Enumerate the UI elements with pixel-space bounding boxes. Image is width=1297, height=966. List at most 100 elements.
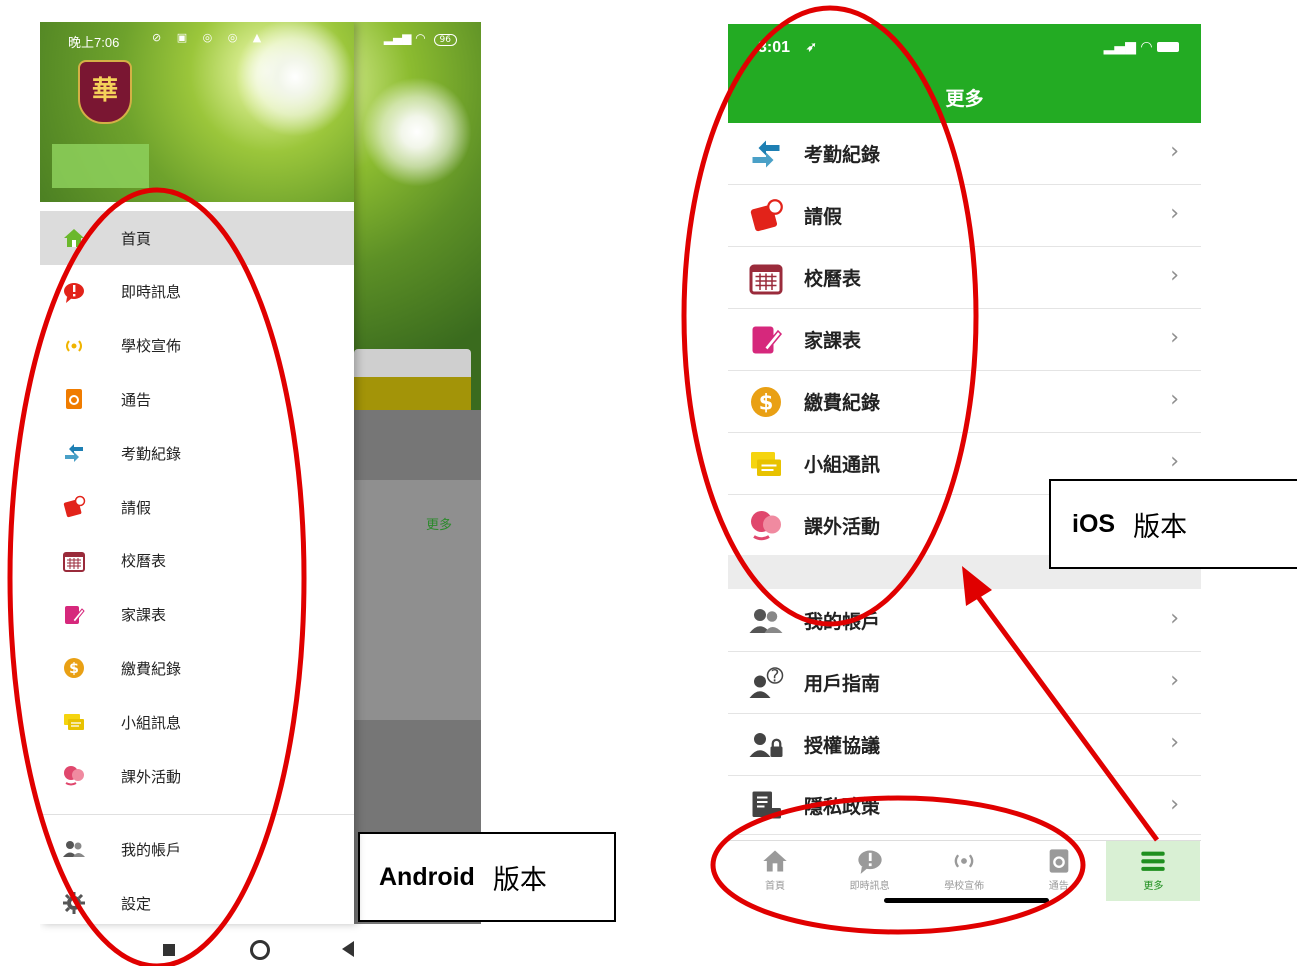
drawer-item[interactable]: 即時訊息 bbox=[40, 265, 354, 319]
android-version-label: Android 版本 bbox=[358, 832, 616, 922]
calendar-icon bbox=[58, 545, 90, 577]
ios-menu-row[interactable]: 考勤紀錄 › bbox=[728, 123, 1201, 185]
calendar-icon bbox=[746, 258, 786, 298]
ios-menu-row-label: 隱私政策 bbox=[804, 795, 881, 818]
tab-label: 通告 bbox=[1048, 881, 1069, 892]
ios-menu-row[interactable]: 校曆表 › bbox=[728, 247, 1201, 309]
chevron-right-icon: › bbox=[1170, 139, 1179, 164]
chevron-right-icon: › bbox=[1170, 387, 1179, 412]
license-icon bbox=[746, 725, 786, 765]
location-arrow-icon: ➶ bbox=[806, 39, 817, 54]
status-notification-icons: ⊘ ▣ ◎ ◎ ▲ bbox=[152, 31, 268, 44]
status-bar: 晚上7:06 ⊘ ▣ ◎ ◎ ▲ ▂▄▆ ◠ 96 bbox=[40, 22, 481, 55]
android-label-bold: Android bbox=[379, 862, 475, 891]
signal-icon: ▂▄▆ bbox=[1103, 39, 1136, 55]
drawer-item[interactable]: 考勤紀錄 bbox=[40, 426, 354, 480]
chevron-right-icon: › bbox=[1170, 201, 1179, 226]
drawer-item-label: 學校宣佈 bbox=[121, 337, 182, 356]
message-alert-icon bbox=[823, 847, 917, 877]
ios-menu-row-label: 用戶指南 bbox=[804, 673, 881, 695]
tab-home[interactable]: 首頁 bbox=[728, 841, 822, 901]
drawer-item[interactable]: 我的帳戶 bbox=[40, 822, 354, 876]
drawer-item[interactable]: 校曆表 bbox=[40, 534, 354, 588]
drawer-item[interactable]: 小組訊息 bbox=[40, 695, 354, 749]
recents-button[interactable] bbox=[163, 944, 175, 956]
ios-menu-row[interactable]: 我的帳戶 › bbox=[728, 590, 1201, 652]
drawer-item-label: 家課表 bbox=[121, 606, 167, 625]
ios-menu-row[interactable]: 隱私政策 › bbox=[728, 776, 1201, 835]
chevron-right-icon: › bbox=[1170, 606, 1179, 631]
home-button[interactable] bbox=[250, 940, 270, 960]
drawer-item-label: 小組訊息 bbox=[121, 713, 182, 732]
drawer-item-label: 課外活動 bbox=[121, 767, 182, 786]
group-chat-icon bbox=[746, 444, 786, 484]
navigation-drawer: 華 首頁 即時訊息 學校宣佈 通告 考勤紀錄 請假 校曆表 家課表 $ 繳費紀錄 小組訊息 課外活動 … bbox=[40, 22, 355, 924]
dandelion-image bbox=[362, 77, 472, 187]
drawer-item[interactable]: 通告 bbox=[40, 372, 354, 426]
status-time: 3:01 bbox=[758, 39, 791, 56]
drawer-divider bbox=[40, 814, 354, 815]
menu-icon bbox=[1106, 847, 1200, 877]
tab-broadcast[interactable]: 學校宣佈 bbox=[917, 841, 1011, 901]
chevron-right-icon: › bbox=[1170, 263, 1179, 288]
tab-label: 更多 bbox=[1143, 881, 1164, 892]
ios-menu-row-label: 課外活動 bbox=[804, 516, 881, 538]
payment-icon: $ bbox=[746, 382, 786, 422]
tab-notice[interactable]: 通告 bbox=[1012, 841, 1106, 901]
signal-icon: ▂▄▆ bbox=[383, 31, 412, 45]
attendance-arrows-icon bbox=[58, 437, 90, 469]
tab-label: 即時訊息 bbox=[849, 881, 890, 892]
drawer-item[interactable]: 學校宣佈 bbox=[40, 319, 354, 373]
battery-icon bbox=[1157, 42, 1179, 52]
drawer-item[interactable]: 課外活動 bbox=[40, 749, 354, 803]
ios-menu-row[interactable]: $ 繳費紀錄 › bbox=[728, 371, 1201, 433]
drawer-item[interactable]: 設定 bbox=[40, 876, 354, 930]
background-more-link[interactable]: 更多 bbox=[426, 514, 452, 533]
back-button[interactable] bbox=[342, 941, 354, 957]
background-card-header bbox=[354, 349, 471, 379]
tab-menu[interactable]: 更多 bbox=[1106, 841, 1201, 901]
drawer-item-label: 通告 bbox=[121, 390, 152, 409]
android-label-text: 版本 bbox=[492, 864, 547, 896]
homework-icon bbox=[746, 320, 786, 360]
attendance-arrows-icon bbox=[746, 134, 786, 174]
ios-menu-row[interactable]: ? 用戶指南 › bbox=[728, 652, 1201, 714]
broadcast-icon bbox=[58, 330, 90, 362]
notice-icon bbox=[1012, 847, 1106, 877]
chevron-right-icon: › bbox=[1170, 730, 1179, 755]
ios-menu-row-label: 校曆表 bbox=[804, 268, 862, 290]
ios-menu-row-label: 我的帳戶 bbox=[804, 611, 881, 633]
chevron-right-icon: › bbox=[1170, 792, 1179, 817]
home-icon bbox=[728, 847, 822, 877]
tab-bar: 首頁 即時訊息 學校宣佈 通告 更多 bbox=[728, 840, 1201, 905]
ios-menu-row-label: 考勤紀錄 bbox=[804, 144, 881, 166]
drawer-item-label: 我的帳戶 bbox=[121, 840, 182, 859]
chevron-right-icon: › bbox=[1170, 668, 1179, 693]
ios-menu-row[interactable]: 家課表 › bbox=[728, 309, 1201, 371]
ios-menu-row[interactable]: 請假 › bbox=[728, 185, 1201, 247]
home-icon bbox=[58, 222, 90, 254]
ios-menu-row-label: 請假 bbox=[804, 206, 843, 228]
payment-icon: $ bbox=[58, 652, 90, 684]
wifi-icon: ◠ bbox=[1140, 39, 1153, 55]
tab-label: 首頁 bbox=[765, 881, 785, 892]
drawer-item-label: 校曆表 bbox=[121, 552, 167, 571]
drawer-item[interactable]: 家課表 bbox=[40, 588, 354, 642]
svg-text:$: $ bbox=[759, 390, 774, 414]
drawer-item[interactable]: 請假 bbox=[40, 480, 354, 534]
tab-message-alert[interactable]: 即時訊息 bbox=[823, 841, 917, 901]
drawer-item[interactable]: $ 繳費紀錄 bbox=[40, 641, 354, 695]
ios-menu-row-label: 家課表 bbox=[804, 330, 862, 352]
status-time: 晚上7:06 bbox=[68, 35, 120, 50]
leave-icon bbox=[746, 196, 786, 236]
chevron-right-icon: › bbox=[1170, 325, 1179, 350]
battery-icon: 96 bbox=[433, 34, 457, 46]
drawer-item[interactable]: 首頁 bbox=[40, 211, 354, 265]
tab-label: 學校宣佈 bbox=[944, 881, 985, 892]
account-icon bbox=[58, 833, 90, 865]
status-right-icons: ▂▄▆ ◠ bbox=[1104, 39, 1179, 55]
ios-menu-row[interactable]: 授權協議 › bbox=[728, 714, 1201, 776]
ios-label-bold: iOS bbox=[1072, 509, 1116, 538]
activity-icon bbox=[58, 760, 90, 792]
leave-icon bbox=[58, 491, 90, 523]
